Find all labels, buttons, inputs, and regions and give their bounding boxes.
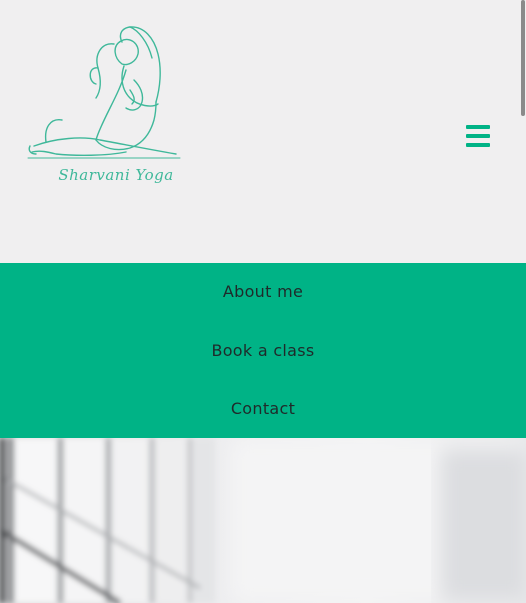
logo-text: Sharvani Yoga [58,166,174,184]
studio-window-image [0,438,526,603]
hero-image [0,438,526,603]
nav-item-contact[interactable]: Contact [0,399,526,418]
nav-item-book-a-class[interactable]: Book a class [0,341,526,360]
scrollbar[interactable] [520,0,526,118]
site-logo[interactable]: Sharvani Yoga [26,24,182,192]
nav-item-about-me[interactable]: About me [0,282,526,301]
scrollbar-thumb[interactable] [521,0,525,116]
main-nav-menu: About me Book a class Contact [0,263,526,438]
site-header: Sharvani Yoga [0,0,526,263]
hamburger-menu-icon[interactable] [466,125,490,147]
yoga-pose-logo-icon [27,26,181,159]
